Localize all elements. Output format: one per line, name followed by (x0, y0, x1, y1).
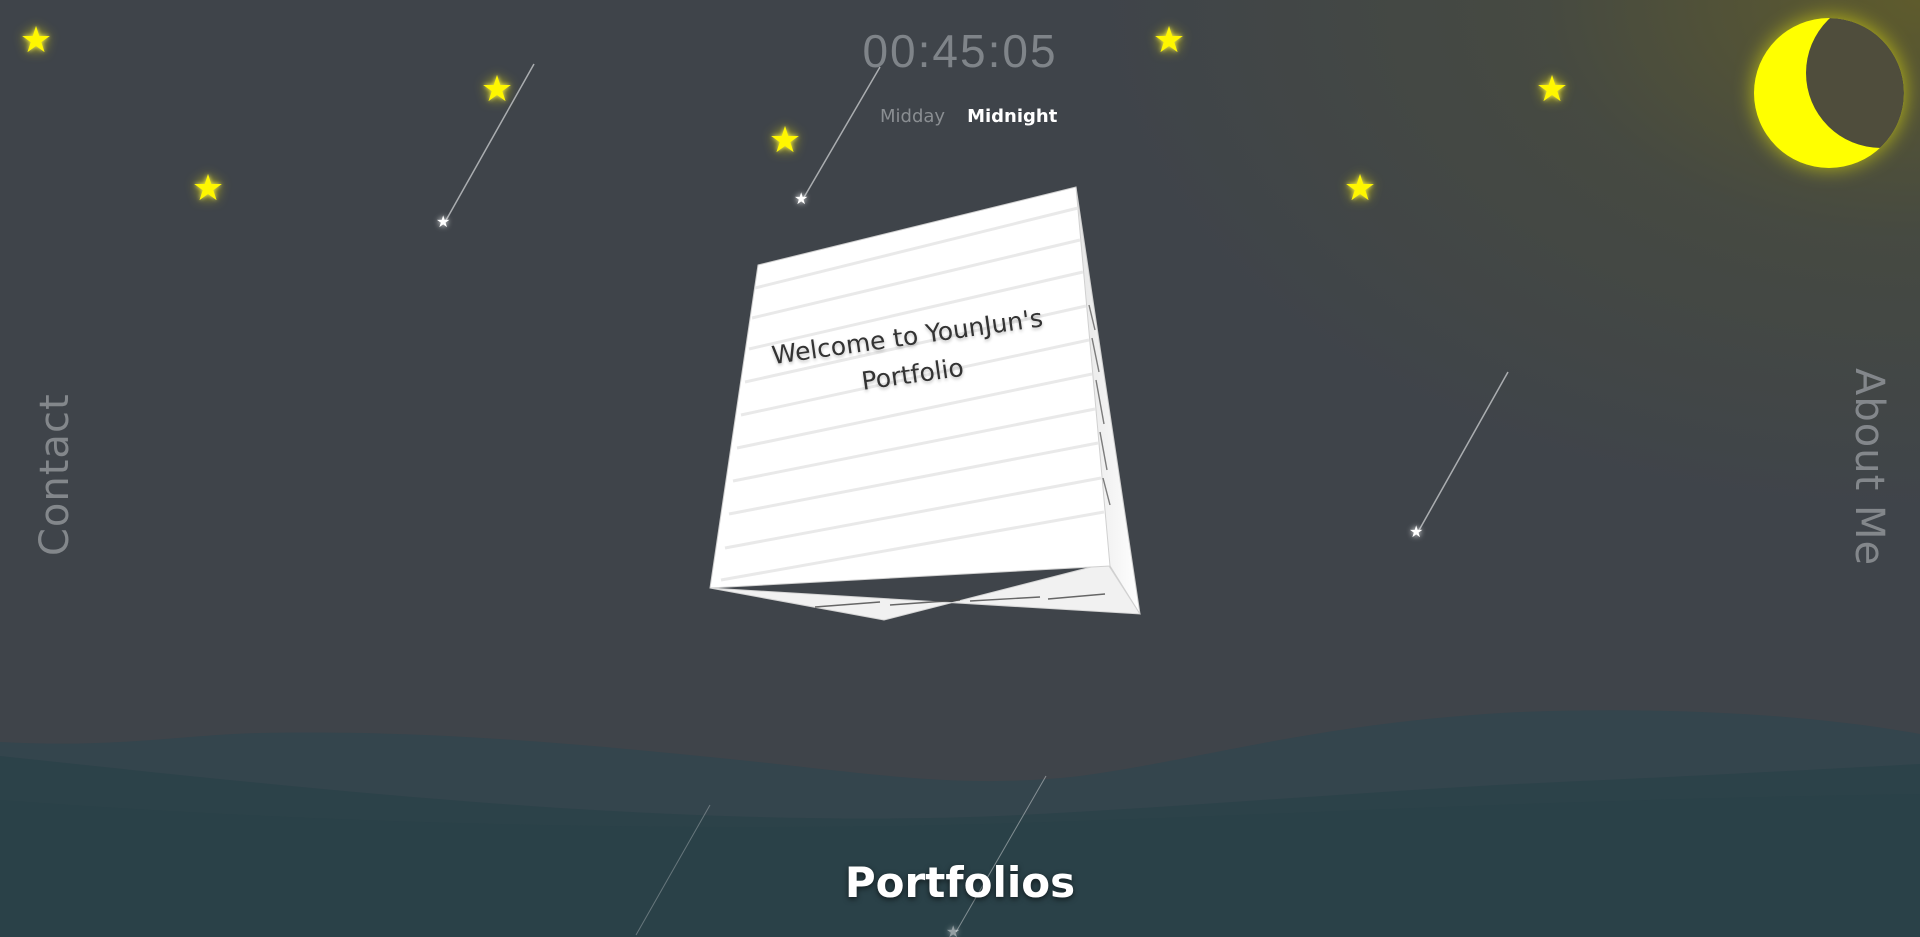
contact-link[interactable]: Contact (32, 393, 78, 556)
portfolio-cube[interactable] (0, 0, 1920, 937)
portfolios-link[interactable]: Portfolios (0, 858, 1920, 907)
about-me-link[interactable]: About Me (1846, 368, 1892, 566)
